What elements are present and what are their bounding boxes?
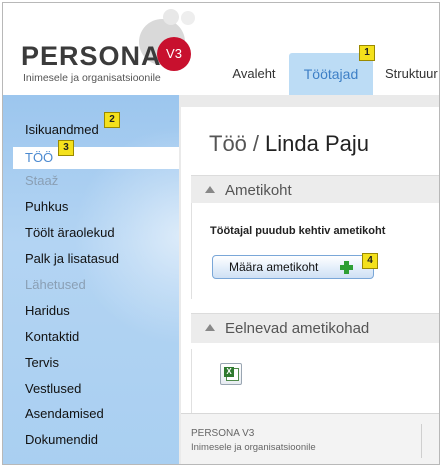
sidebar: TÖÖ Isikuandmed Staaž Puhkus Töölt äraol… — [3, 95, 179, 464]
sidebar-item-puhkus[interactable]: Puhkus — [25, 199, 68, 214]
annotation-badge-2: 2 — [104, 112, 120, 128]
sidebar-item-staaz: Staaž — [25, 173, 59, 188]
sidebar-item-kontaktid[interactable]: Kontaktid — [25, 329, 79, 344]
footer: PERSONA V3 Inimesele ja organisatsioonil… — [181, 413, 439, 464]
annotation-badge-3: 3 — [58, 140, 74, 156]
footer-title: PERSONA V3 — [191, 428, 255, 439]
logo-version: V3 — [157, 37, 191, 71]
sidebar-item-too[interactable]: TÖÖ — [13, 147, 179, 169]
annotation-badge-4: 4 — [362, 253, 378, 269]
sidebar-item-isikuandmed[interactable]: Isikuandmed — [25, 122, 99, 137]
footer-subtitle: Inimesele ja organisatsioonile — [191, 442, 316, 453]
logo-tagline: Inimesele ja organisatsioonile — [23, 72, 161, 84]
footer-divider — [421, 424, 422, 458]
panel-header-eelnevad-ametikohad[interactable]: Eelnevad ametikohad — [191, 313, 439, 343]
sidebar-item-label: TÖÖ — [25, 150, 54, 165]
tab-avaleht[interactable]: Avaleht — [219, 53, 289, 95]
sidebar-item-toolt-araolekud[interactable]: Töölt äraolekud — [25, 225, 115, 240]
excel-icon[interactable]: X — [220, 363, 242, 385]
sidebar-item-tervis[interactable]: Tervis — [25, 355, 59, 370]
assign-position-label: Määra ametikoht — [229, 260, 319, 274]
header: V3 PERSONA Inimesele ja organisatsioonil… — [3, 3, 439, 95]
panel-header-ametikoht[interactable]: Ametikoht — [191, 175, 439, 205]
breadcrumb-separator: / — [252, 131, 260, 156]
panel-body-ametikoht: Töötajal puudub kehtiv ametikoht Määra a… — [191, 203, 439, 299]
app-window: V3 PERSONA Inimesele ja organisatsioonil… — [2, 2, 440, 465]
panel-body-eelnevad-ametikohad: X — [191, 349, 439, 413]
assign-position-button[interactable]: Määra ametikoht — [212, 255, 374, 279]
logo-wordmark: PERSONA — [21, 41, 162, 71]
panel-title: Eelnevad ametikohad — [225, 320, 370, 337]
sidebar-item-lahetused: Lähetused — [25, 277, 86, 292]
annotation-badge-1: 1 — [359, 45, 375, 61]
sidebar-item-asendamised[interactable]: Asendamised — [25, 406, 104, 421]
no-position-message: Töötajal puudub kehtiv ametikoht — [210, 225, 386, 237]
plus-icon — [340, 261, 353, 274]
main-content: Töö / Linda Paju Ametikoht Töötajal puudub… — [181, 107, 439, 413]
sidebar-item-dokumendid[interactable]: Dokumendid — [25, 432, 98, 447]
employee-name: Linda Paju — [265, 131, 370, 156]
sidebar-item-haridus[interactable]: Haridus — [25, 303, 70, 318]
sidebar-item-palk-ja-lisatasud[interactable]: Palk ja lisatasud — [25, 251, 119, 266]
collapse-triangle-icon[interactable] — [205, 324, 215, 331]
page-title: Töö / Linda Paju — [209, 131, 369, 157]
panel-title: Ametikoht — [225, 182, 292, 199]
breadcrumb[interactable]: Töö — [209, 131, 247, 156]
collapse-triangle-icon[interactable] — [205, 186, 215, 193]
tab-struktuur[interactable]: Struktuur — [383, 53, 439, 95]
sidebar-item-vestlused[interactable]: Vestlused — [25, 381, 81, 396]
